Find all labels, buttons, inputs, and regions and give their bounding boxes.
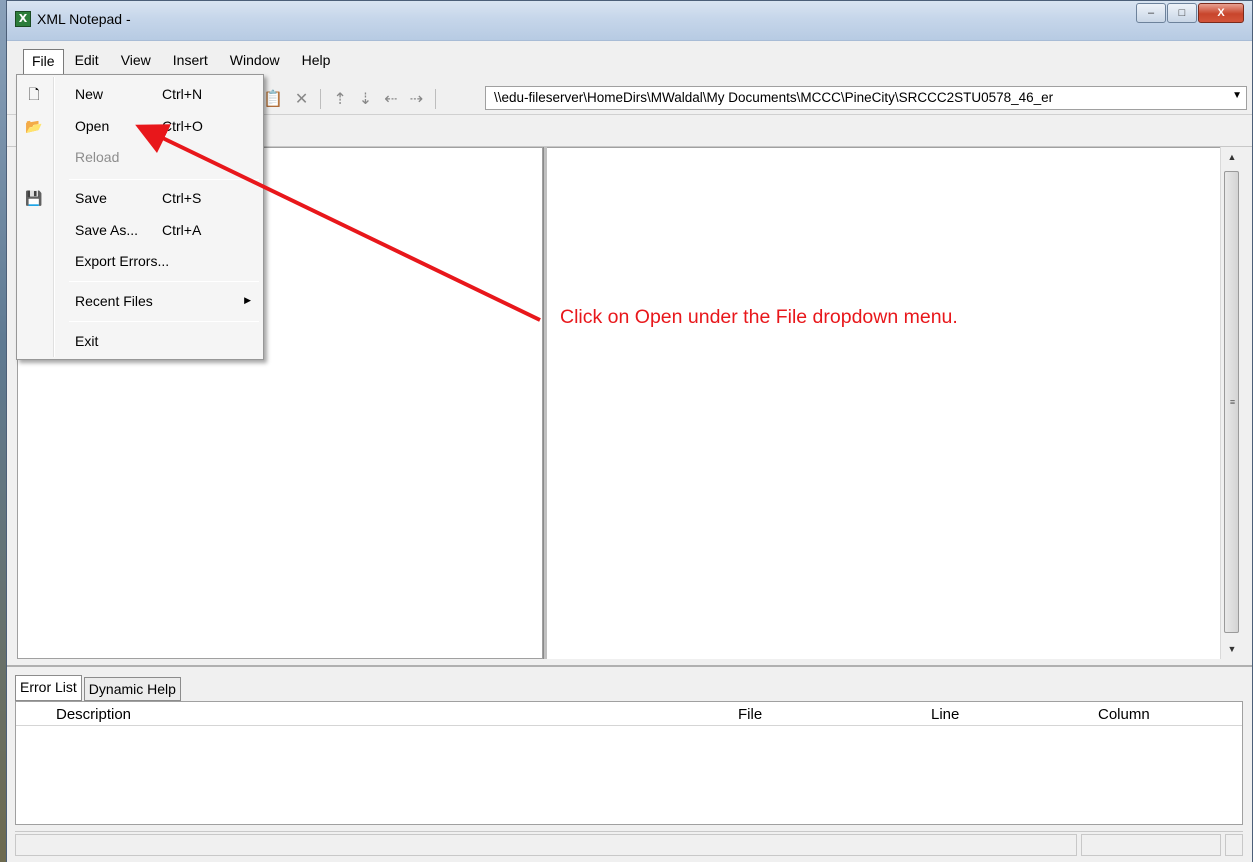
nudge-down-icon[interactable]: ⇣ <box>359 89 372 109</box>
new-document-icon: 🗋 <box>28 86 40 102</box>
window-title: XML Notepad - <box>37 11 131 27</box>
nudge-right-icon[interactable]: ⇢ <box>410 89 423 109</box>
submenu-arrow-icon: ▶ <box>244 295 251 305</box>
file-path-combobox[interactable]: \\edu-fileserver\HomeDirs\MWaldal\My Doc… <box>485 86 1247 110</box>
instruction-annotation: Click on Open under the File dropdown me… <box>560 306 958 328</box>
menu-item-new[interactable]: 🗋 New Ctrl+N <box>19 80 261 108</box>
file-dropdown-menu: 🗋 New Ctrl+N 📂 Open Ctrl+O Reload 💾 Save… <box>16 74 264 360</box>
grid-header: Description File Line Column <box>16 702 1242 726</box>
toolbar-separator <box>434 89 436 109</box>
menu-insert[interactable]: Insert <box>162 48 219 72</box>
status-cell-secondary <box>1081 834 1221 856</box>
minimize-button[interactable]: – <box>1136 3 1166 23</box>
error-panel: Error List Dynamic Help Description File… <box>7 665 1252 862</box>
window-controls: – □ X <box>1135 3 1244 23</box>
file-path-text: \\edu-fileserver\HomeDirs\MWaldal\My Doc… <box>494 90 1054 105</box>
column-header-file[interactable]: File <box>738 706 762 723</box>
column-header-line[interactable]: Line <box>931 706 959 723</box>
open-folder-icon: 📂 <box>25 118 43 134</box>
menu-item-save-as[interactable]: Save As... Ctrl+A <box>19 216 261 244</box>
tab-dynamic-help[interactable]: Dynamic Help <box>83 677 181 701</box>
menu-edit[interactable]: Edit <box>64 48 110 72</box>
panel-tabs: Error List Dynamic Help <box>15 675 183 701</box>
resize-grip-icon[interactable] <box>1225 834 1243 856</box>
menu-item-reload: Reload <box>75 149 120 165</box>
menu-bar: File Edit View Insert Window Help <box>7 46 1252 75</box>
scroll-grip-icon: ≡ <box>1229 397 1236 407</box>
close-button[interactable]: X <box>1198 3 1244 23</box>
paste-icon[interactable]: 📋 <box>263 89 283 109</box>
error-list-grid[interactable]: Description File Line Column <box>15 701 1243 825</box>
menu-view[interactable]: View <box>110 48 162 72</box>
vertical-scrollbar[interactable]: ▲ ≡ ▼ <box>1220 147 1242 659</box>
menu-separator <box>69 179 259 180</box>
menu-file[interactable]: File <box>23 49 64 75</box>
scroll-thumb[interactable]: ≡ <box>1224 171 1239 633</box>
menu-item-exit[interactable]: Exit <box>19 327 261 355</box>
menu-item-recent-files[interactable]: Recent Files ▶ <box>19 287 261 315</box>
scroll-up-arrow-icon[interactable]: ▲ <box>1221 147 1243 167</box>
column-header-column[interactable]: Column <box>1098 706 1150 723</box>
menu-help[interactable]: Help <box>291 48 342 72</box>
scroll-down-arrow-icon[interactable]: ▼ <box>1221 639 1243 659</box>
menu-separator <box>69 281 259 282</box>
menu-item-open[interactable]: 📂 Open Ctrl+O <box>19 112 261 140</box>
maximize-button[interactable]: □ <box>1167 3 1197 23</box>
chevron-down-icon[interactable]: ▼ <box>1232 90 1242 101</box>
tab-error-list[interactable]: Error List <box>15 675 82 701</box>
menu-separator <box>69 321 259 322</box>
menu-window[interactable]: Window <box>219 48 291 72</box>
toolbar-icons: 📋 ✕ ⇡ ⇣ ⇠ ⇢ <box>263 89 436 109</box>
floppy-disk-icon: 💾 <box>25 190 43 206</box>
toolbar-separator <box>320 89 322 109</box>
status-cell-main <box>15 834 1077 856</box>
menu-item-save[interactable]: 💾 Save Ctrl+S <box>19 184 261 212</box>
column-header-description[interactable]: Description <box>56 706 131 723</box>
title-bar[interactable]: X XML Notepad - – □ X <box>7 1 1252 41</box>
delete-icon[interactable]: ✕ <box>295 89 308 109</box>
status-bar <box>15 831 1243 857</box>
menu-item-export-errors[interactable]: Export Errors... <box>19 247 261 275</box>
nudge-left-icon[interactable]: ⇠ <box>384 89 397 109</box>
node-text-pane[interactable] <box>547 147 1220 659</box>
nudge-up-icon[interactable]: ⇡ <box>333 89 346 109</box>
xml-notepad-app-icon: X <box>15 11 31 27</box>
